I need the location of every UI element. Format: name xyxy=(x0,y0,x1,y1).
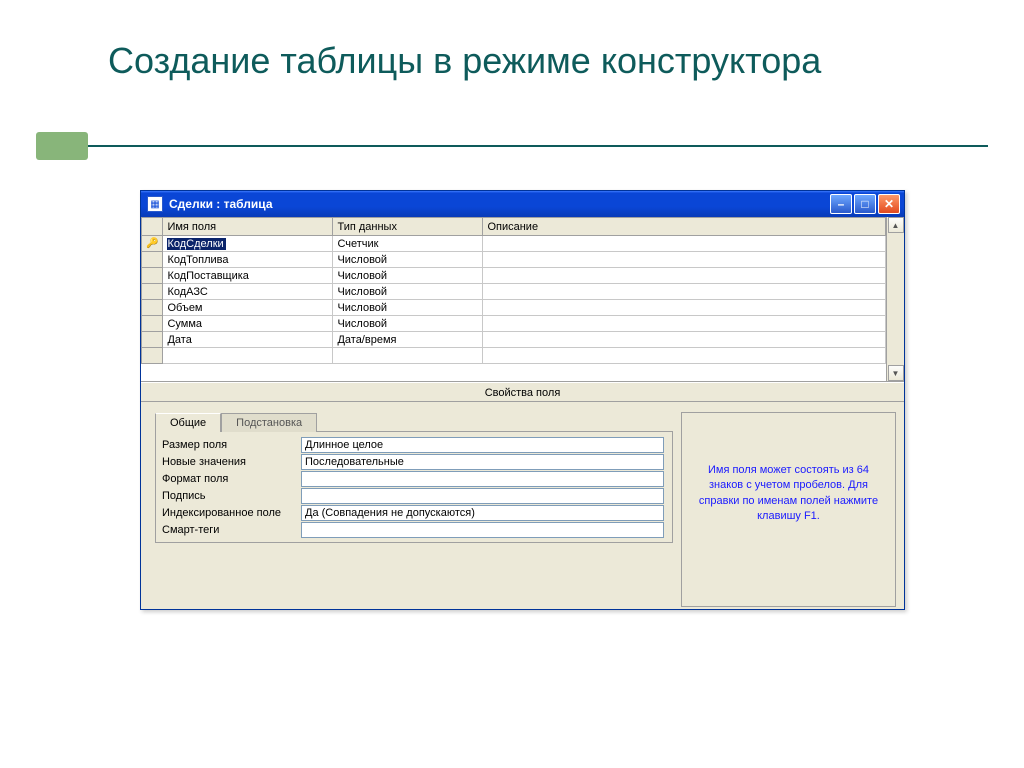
cell-field-name[interactable]: КодТоплива xyxy=(163,252,333,268)
cell-field-desc[interactable] xyxy=(483,316,886,332)
table-row[interactable]: ОбъемЧисловой xyxy=(142,300,886,316)
vertical-scrollbar[interactable]: ▲ ▼ xyxy=(886,217,904,381)
table-designer-window: ▦ Сделки : таблица – □ ✕ Имя поля Тип да… xyxy=(140,190,905,610)
property-value[interactable]: Да (Совпадения не допускаются) xyxy=(301,505,664,521)
table-icon: ▦ xyxy=(147,196,163,212)
property-label: Подпись xyxy=(156,490,301,502)
property-value[interactable] xyxy=(301,488,664,504)
column-header-type[interactable]: Тип данных xyxy=(333,218,483,236)
cell-empty[interactable] xyxy=(163,348,333,364)
property-label: Размер поля xyxy=(156,439,301,451)
row-selector[interactable] xyxy=(142,268,163,284)
row-selector[interactable] xyxy=(142,284,163,300)
cell-field-name[interactable]: Объем xyxy=(163,300,333,316)
properties-region: Общие Подстановка Размер поляДлинное цел… xyxy=(141,402,904,607)
column-header-desc[interactable]: Описание xyxy=(483,218,886,236)
property-value[interactable] xyxy=(301,471,664,487)
cell-field-type[interactable]: Дата/время xyxy=(333,332,483,348)
cell-field-name[interactable]: Сумма xyxy=(163,316,333,332)
property-value[interactable] xyxy=(301,522,664,538)
cell-field-name[interactable]: КодСделки xyxy=(163,236,333,252)
property-value[interactable]: Длинное целое xyxy=(301,437,664,453)
table-row[interactable]: КодТопливаЧисловой xyxy=(142,252,886,268)
row-selector[interactable] xyxy=(142,252,163,268)
table-row[interactable]: СуммаЧисловой xyxy=(142,316,886,332)
property-row: Формат поля xyxy=(156,470,672,487)
cell-field-type[interactable]: Числовой xyxy=(333,284,483,300)
cell-field-desc[interactable] xyxy=(483,300,886,316)
cell-field-type[interactable]: Числовой xyxy=(333,300,483,316)
maximize-button[interactable]: □ xyxy=(854,194,876,214)
property-row: Размер поляДлинное целое xyxy=(156,436,672,453)
property-row: Индексированное полеДа (Совпадения не до… xyxy=(156,504,672,521)
help-panel: Имя поля может состоять из 64 знаков с у… xyxy=(681,412,896,607)
cell-field-desc[interactable] xyxy=(483,332,886,348)
cell-field-name[interactable]: Дата xyxy=(163,332,333,348)
table-row[interactable]: КодАЗСЧисловой xyxy=(142,284,886,300)
row-selector[interactable] xyxy=(142,332,163,348)
properties-section-title: Свойства поля xyxy=(141,382,904,402)
scroll-down-button[interactable]: ▼ xyxy=(888,365,904,381)
cell-empty[interactable] xyxy=(483,348,886,364)
divider-line xyxy=(88,145,988,147)
bullet-accent xyxy=(36,132,88,160)
cell-field-desc[interactable] xyxy=(483,284,886,300)
cell-field-type[interactable]: Числовой xyxy=(333,268,483,284)
property-label: Индексированное поле xyxy=(156,507,301,519)
scroll-up-button[interactable]: ▲ xyxy=(888,217,904,233)
cell-field-name[interactable]: КодПоставщика xyxy=(163,268,333,284)
row-selector[interactable] xyxy=(142,300,163,316)
table-row[interactable]: КодПоставщикаЧисловой xyxy=(142,268,886,284)
cell-field-name[interactable]: КодАЗС xyxy=(163,284,333,300)
tab-lookup[interactable]: Подстановка xyxy=(221,413,317,432)
minimize-button[interactable]: – xyxy=(830,194,852,214)
row-selector[interactable] xyxy=(142,348,163,364)
row-selector[interactable] xyxy=(142,316,163,332)
slide-title: Создание таблицы в режиме конструктора xyxy=(108,38,821,83)
window-title: Сделки : таблица xyxy=(169,197,830,211)
row-selector[interactable]: 🔑 xyxy=(142,236,163,252)
cell-field-type[interactable]: Счетчик xyxy=(333,236,483,252)
table-row[interactable]: ДатаДата/время xyxy=(142,332,886,348)
property-row: Новые значенияПоследовательные xyxy=(156,453,672,470)
row-selector-header xyxy=(142,218,163,236)
tab-general[interactable]: Общие xyxy=(155,413,221,432)
primary-key-icon: 🔑 xyxy=(146,238,158,249)
fields-grid[interactable]: Имя поля Тип данных Описание 🔑КодСделкиС… xyxy=(141,217,886,364)
cell-empty[interactable] xyxy=(333,348,483,364)
property-label: Смарт-теги xyxy=(156,524,301,536)
table-row[interactable]: 🔑 КодСделкиСчетчик xyxy=(142,236,886,252)
property-row: Подпись xyxy=(156,487,672,504)
property-row: Смарт-теги xyxy=(156,521,672,538)
table-row[interactable] xyxy=(142,348,886,364)
close-button[interactable]: ✕ xyxy=(878,194,900,214)
property-label: Новые значения xyxy=(156,456,301,468)
cell-field-type[interactable]: Числовой xyxy=(333,316,483,332)
column-header-name[interactable]: Имя поля xyxy=(163,218,333,236)
properties-panel: Размер поляДлинное целоеНовые значенияПо… xyxy=(155,431,673,543)
cell-field-type[interactable]: Числовой xyxy=(333,252,483,268)
cell-field-desc[interactable] xyxy=(483,236,886,252)
property-value[interactable]: Последовательные xyxy=(301,454,664,470)
property-label: Формат поля xyxy=(156,473,301,485)
cell-field-desc[interactable] xyxy=(483,268,886,284)
titlebar[interactable]: ▦ Сделки : таблица – □ ✕ xyxy=(141,191,904,217)
fields-grid-region: Имя поля Тип данных Описание 🔑КодСделкиС… xyxy=(141,217,904,382)
cell-field-desc[interactable] xyxy=(483,252,886,268)
